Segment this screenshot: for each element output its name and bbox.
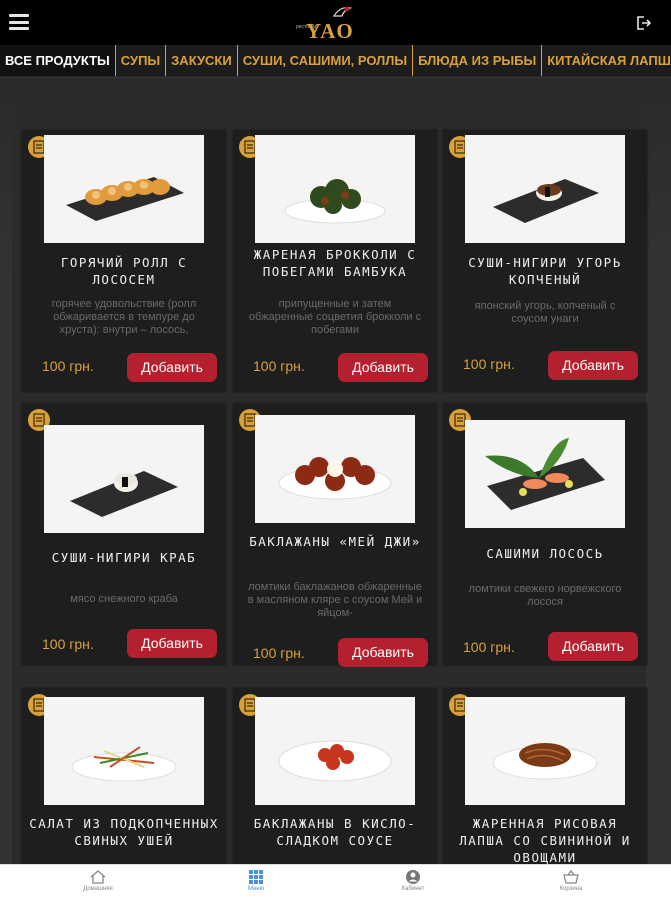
product-description: горячее удовольствие (ролл обжаривается …: [51, 298, 197, 336]
nav-menu[interactable]: Меню: [216, 865, 296, 900]
product-title: Суши-нигири краб: [51, 550, 197, 565]
product-card[interactable]: Баклажаны в кисло-сладком соусе: [233, 688, 437, 868]
product-photo[interactable]: [255, 415, 415, 523]
add-to-cart-button[interactable]: Добавить: [548, 632, 638, 661]
product-description: ломтики баклажанов обжаренные в масляном…: [247, 581, 423, 619]
product-photo[interactable]: [255, 135, 415, 243]
product-description: ломтики свежего норвежского лосося: [468, 583, 622, 608]
product-title: Суши-нигири угорь копченый: [468, 255, 622, 287]
nav-home[interactable]: Домашняя: [58, 865, 138, 900]
product-card[interactable]: Суши-нигири краб мясо снежного краба 100…: [22, 403, 226, 665]
product-description: мясо снежного краба: [70, 593, 178, 605]
home-icon: [90, 870, 106, 884]
pork-ear-salad-image: [71, 746, 177, 782]
tab-snacks[interactable]: ЗАКУСКИ: [165, 45, 237, 76]
nigiri-eel-image: [493, 179, 599, 223]
product-card[interactable]: Сашими лосось ломтики свежего норвежског…: [443, 403, 647, 665]
product-price: 100 грн.: [253, 358, 305, 374]
user-icon: [406, 870, 420, 884]
product-title: Баклажаны «Мей Джи»: [249, 534, 421, 549]
roll-dish-image: [66, 177, 184, 221]
add-to-cart-button[interactable]: Добавить: [338, 638, 428, 667]
product-price: 100 грн.: [42, 358, 94, 374]
nav-cabinet[interactable]: Кабинет: [373, 865, 453, 900]
logo[interactable]: рестобар YAO: [296, 2, 372, 44]
logo-text: YAO: [306, 19, 354, 43]
product-photo[interactable]: [44, 697, 204, 805]
product-price: 100 грн.: [253, 645, 305, 661]
product-card[interactable]: Салат из подкопченных свиных ушей: [22, 688, 226, 868]
product-photo[interactable]: [44, 425, 204, 533]
add-to-cart-button[interactable]: Добавить: [127, 353, 217, 382]
broccoli-dish-image: [284, 179, 386, 224]
nav-home-label: Домашняя: [83, 886, 113, 892]
product-card[interactable]: Жареная брокколи с побегами бамбука прип…: [233, 130, 437, 392]
category-tabs: ВСЕ ПРОДУКТЫ СУПЫ ЗАКУСКИ СУШИ, САШИМИ, РОЛ…: [0, 45, 671, 77]
product-price: 100 грн.: [42, 636, 94, 652]
top-bar: рестобар YAO: [0, 0, 671, 45]
tab-sushi[interactable]: СУШИ, САШИМИ, РОЛЛЫ: [236, 45, 412, 76]
product-card[interactable]: Жаренная рисовая лапша со свининой и ово…: [443, 688, 647, 868]
bird-logo-icon: [332, 6, 352, 17]
product-title: Салат из подкопченных свиных ушей: [29, 816, 219, 848]
tab-all-products[interactable]: ВСЕ ПРОДУКТЫ: [0, 45, 115, 76]
product-card[interactable]: Суши-нигири угорь копченый японский угор…: [443, 130, 647, 392]
product-photo[interactable]: [465, 135, 625, 243]
tab-fish[interactable]: БЛЮДА ИЗ РЫБЫ: [412, 45, 541, 76]
product-price: 100 грн.: [463, 639, 515, 655]
product-title: Баклажаны в кисло-сладком соусе: [253, 816, 417, 848]
nigiri-crab-image: [70, 471, 178, 517]
logout-icon[interactable]: [635, 15, 651, 31]
sweet-sour-eggplant-image: [278, 740, 392, 782]
product-title: Жареная брокколи с побегами бамбука: [253, 247, 417, 279]
basket-icon: [563, 869, 579, 884]
product-description: припущенные и затем обжаренные соцветия …: [248, 298, 422, 336]
product-photo[interactable]: [255, 697, 415, 805]
nav-basket[interactable]: Корзина: [531, 865, 611, 900]
nav-basket-label: Корзина: [559, 886, 583, 892]
product-title: Сашими лосось: [486, 546, 604, 561]
menu-grid-icon: [249, 870, 263, 884]
product-list: Горячий ролл с лососем горячее удовольст…: [0, 78, 671, 868]
product-title: Жаренная рисовая лапша со свининой и ово…: [459, 816, 631, 865]
product-card[interactable]: Баклажаны «Мей Джи» ломтики баклажанов о…: [233, 403, 437, 667]
tab-soups[interactable]: СУПЫ: [114, 45, 165, 76]
hamburger-menu-icon[interactable]: [9, 14, 29, 30]
rice-noodles-pork-image: [492, 743, 598, 780]
eggplant-mei-ji-image: [278, 457, 392, 500]
add-to-cart-button[interactable]: Добавить: [338, 353, 428, 382]
product-title: Горячий ролл с лососем: [60, 255, 188, 287]
product-photo[interactable]: [465, 420, 625, 528]
product-card[interactable]: Горячий ролл с лососем горячее удовольст…: [22, 130, 226, 392]
add-to-cart-button[interactable]: Добавить: [548, 351, 638, 380]
product-photo[interactable]: [44, 135, 204, 243]
tab-noodles[interactable]: КИТАЙСКАЯ ЛАПША: [541, 45, 671, 76]
product-photo[interactable]: [465, 697, 625, 805]
product-description: японский угорь, копченый с соусом унаги: [474, 300, 616, 325]
nav-cabinet-label: Кабинет: [401, 886, 425, 892]
bottom-navigation: Домашняя Меню Кабинет Корзина: [0, 864, 671, 900]
product-price: 100 грн.: [463, 356, 515, 372]
add-to-cart-button[interactable]: Добавить: [127, 629, 217, 658]
nav-menu-label: Меню: [247, 886, 265, 892]
sashimi-salmon-image: [485, 438, 605, 510]
